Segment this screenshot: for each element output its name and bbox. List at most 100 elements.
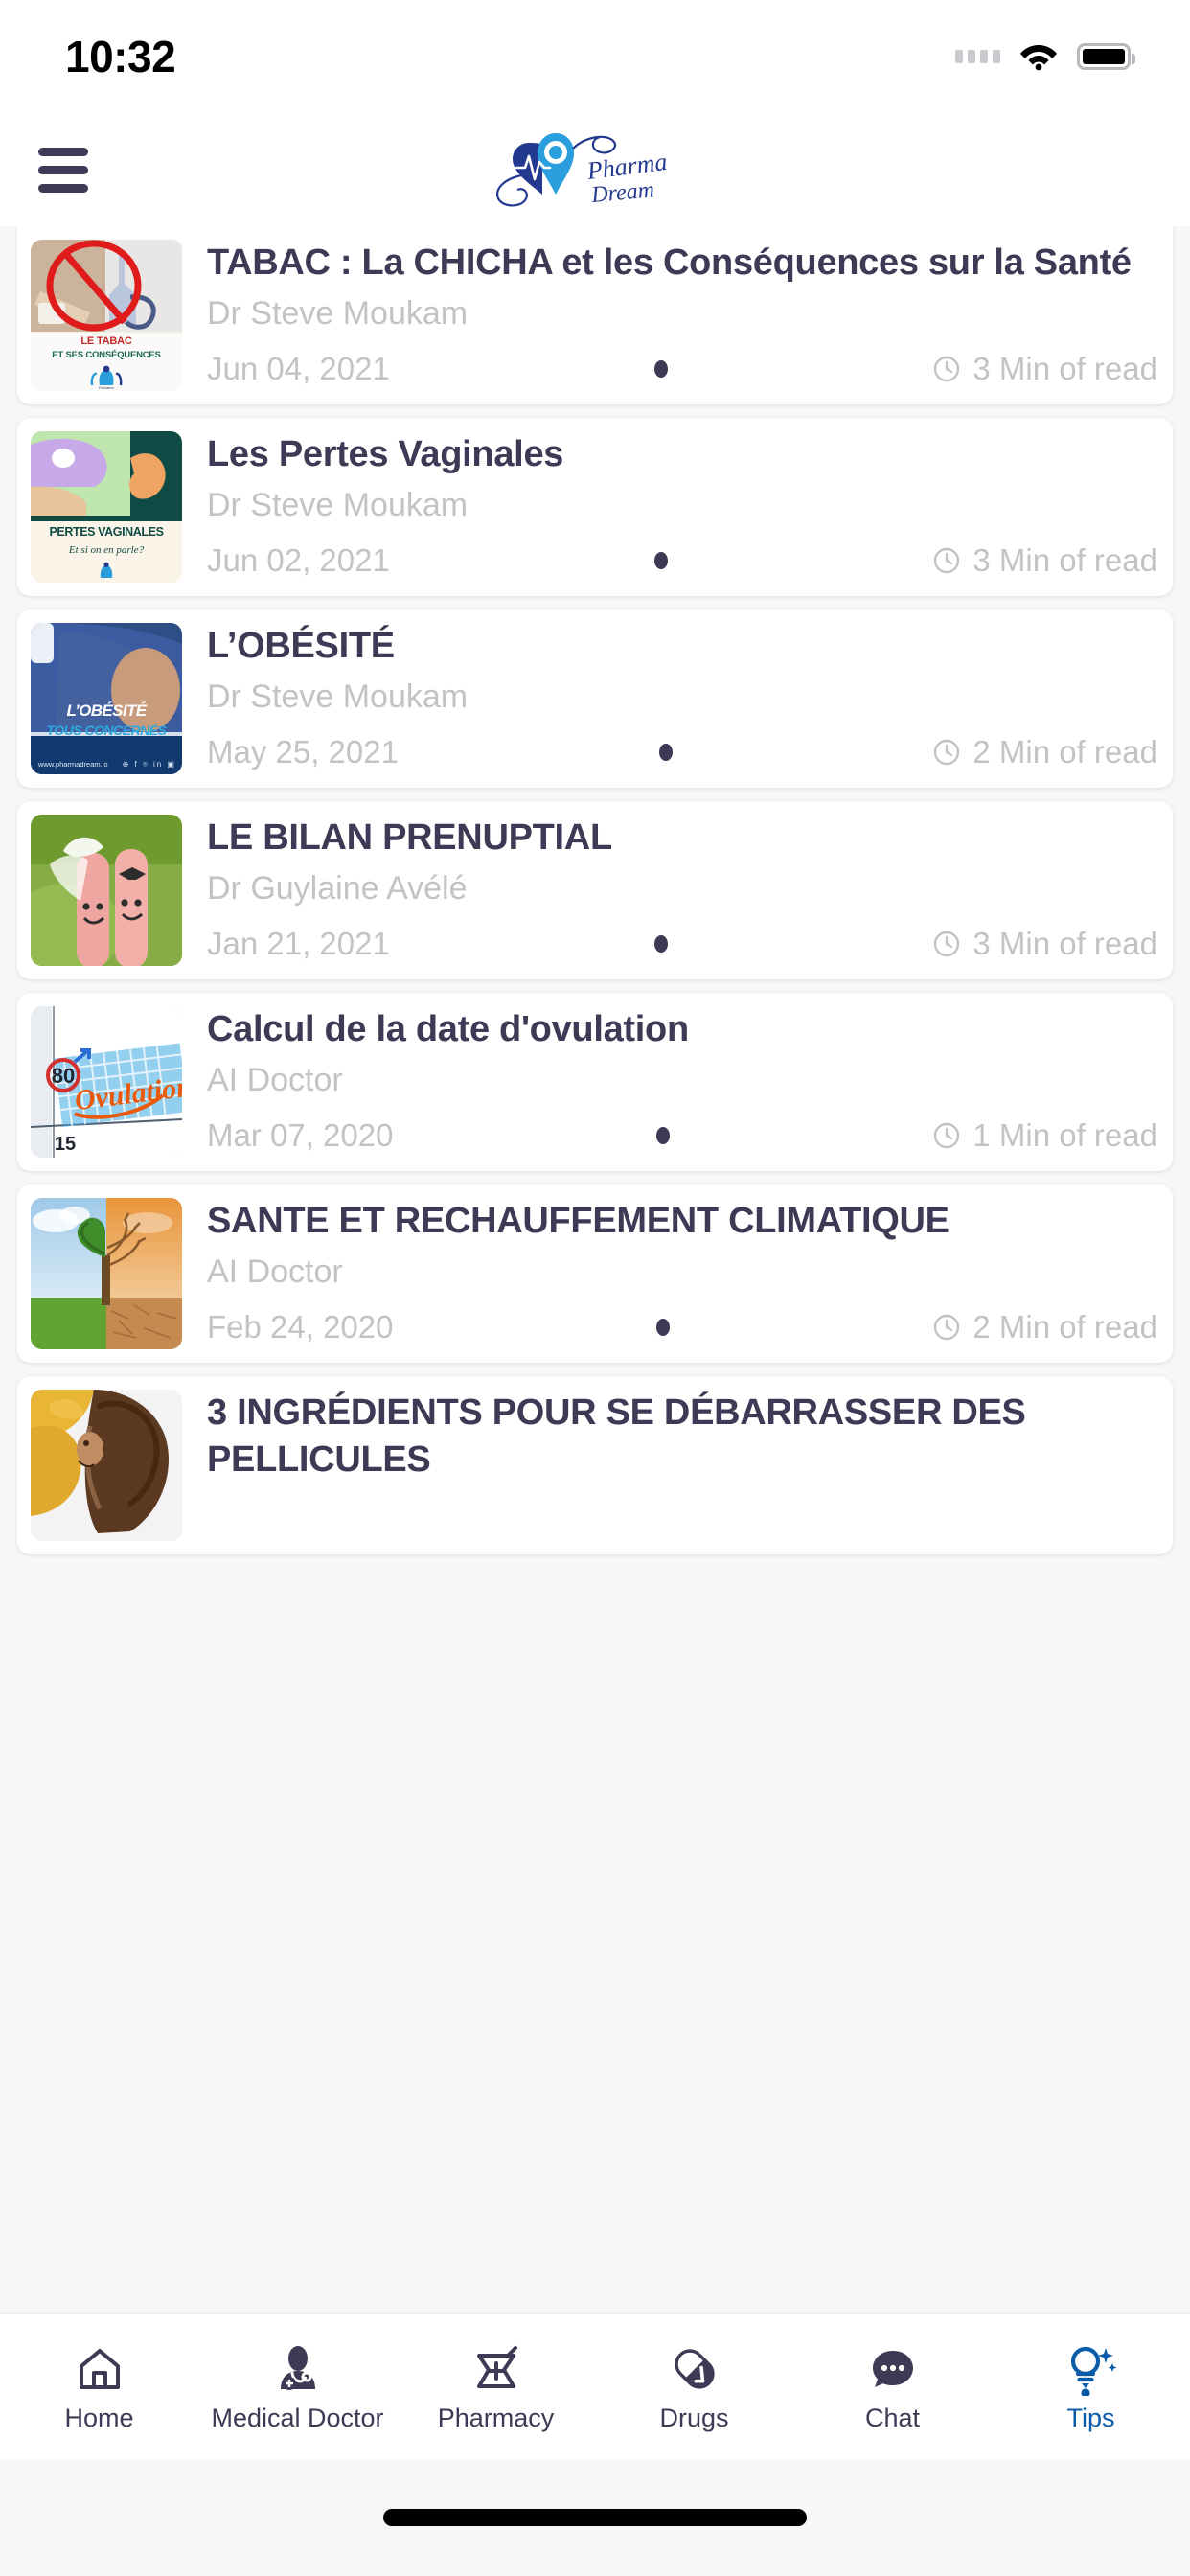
article-date: Jun 04, 2021 xyxy=(207,351,390,386)
app-screen: 10:32 Pharma Dream LE TABAC ET SES CONSÉ… xyxy=(0,0,1190,2576)
article-card[interactable]: L’OBÉSITÉ TOUS CONCERNÉS www.pharmadream… xyxy=(17,610,1173,788)
article-read-time-group: 1 Min of read xyxy=(932,1117,1157,1154)
app-header: Pharma Dream xyxy=(0,113,1190,226)
status-time: 10:32 xyxy=(65,32,176,81)
article-card[interactable]: LE BILAN PRENUPTIAL Dr Guylaine Avélé Ja… xyxy=(17,801,1173,979)
calcul-ovulation-thumbnail: Ovulation 80 15 xyxy=(31,1006,182,1158)
chat-bubble-icon xyxy=(868,2342,918,2396)
article-read-time-group: 3 Min of read xyxy=(932,351,1157,387)
article-date: Mar 07, 2020 xyxy=(207,1117,394,1153)
rechauffement-climatique-thumbnail xyxy=(31,1198,182,1349)
article-read-time: 2 Min of read xyxy=(973,1309,1157,1345)
pharma-dream-logo-icon[interactable]: Pharma Dream xyxy=(480,124,710,216)
bilan-prenuptial-thumbnail xyxy=(31,815,182,966)
article-meta: Jun 04, 2021 3 Min of read xyxy=(207,351,1157,387)
meta-separator-dot xyxy=(658,744,673,761)
status-indicators xyxy=(955,42,1135,71)
lightbulb-sparkle-icon xyxy=(1064,2342,1118,2396)
article-read-time: 3 Min of read xyxy=(973,926,1157,961)
article-title[interactable]: Calcul de la date d'ovulation xyxy=(207,1006,1157,1053)
hamburger-menu-icon[interactable] xyxy=(38,143,100,196)
article-card[interactable]: LE TABAC ET SES CONSÉQUENCES Fondation T… xyxy=(17,226,1173,404)
home-indicator-area xyxy=(0,2459,1190,2576)
doctor-stethoscope-icon xyxy=(273,2342,323,2396)
clock-icon xyxy=(932,1313,961,1342)
article-meta: Feb 24, 2020 2 Min of read xyxy=(207,1309,1157,1346)
article-author: Dr Guylaine Avélé xyxy=(207,869,468,907)
article-date: May 25, 2021 xyxy=(207,734,399,770)
pellicules-thumbnail xyxy=(31,1390,182,1541)
home-indicator-bar[interactable] xyxy=(383,2509,807,2526)
article-body: Calcul de la date d'ovulation AI Doctor … xyxy=(182,1006,1157,1158)
article-title[interactable]: L’OBÉSITÉ xyxy=(207,623,1157,670)
article-meta: May 25, 2021 2 Min of read xyxy=(207,734,1157,770)
article-author: Dr Steve Moukam xyxy=(207,678,469,715)
clock-icon xyxy=(932,930,961,958)
article-read-time-group: 3 Min of read xyxy=(932,926,1157,962)
meta-separator-dot xyxy=(654,360,669,378)
tab-home[interactable]: Home xyxy=(0,2342,198,2431)
tab-tips[interactable]: Tips xyxy=(992,2342,1190,2431)
article-read-time-group: 3 Min of read xyxy=(932,542,1157,579)
article-card[interactable]: 3 INGRÉDIENTS POUR SE DÉBARRASSER DES PE… xyxy=(17,1376,1173,1554)
home-icon xyxy=(75,2342,125,2396)
article-body: LE BILAN PRENUPTIAL Dr Guylaine Avélé Ja… xyxy=(182,815,1157,966)
article-list[interactable]: LE TABAC ET SES CONSÉQUENCES Fondation T… xyxy=(0,226,1190,2313)
tab-medical-doctor-label: Medical Doctor xyxy=(211,2404,384,2432)
tab-tips-label: Tips xyxy=(1066,2404,1115,2432)
article-author: AI Doctor xyxy=(207,1253,343,1290)
clock-icon xyxy=(932,546,961,575)
tab-home-label: Home xyxy=(64,2404,134,2432)
meta-separator-dot xyxy=(654,552,669,569)
article-body: TABAC : La CHICHA et les Conséquences su… xyxy=(182,240,1157,391)
article-meta: Jun 02, 2021 3 Min of read xyxy=(207,542,1157,579)
svg-text:Dream: Dream xyxy=(589,177,655,208)
signal-dots-icon xyxy=(955,50,1000,63)
article-meta: Mar 07, 2020 1 Min of read xyxy=(207,1117,1157,1154)
article-card[interactable]: SANTE ET RECHAUFFEMENT CLIMATIQUE AI Doc… xyxy=(17,1184,1173,1363)
article-date: Jan 21, 2021 xyxy=(207,926,390,961)
wifi-icon xyxy=(1019,42,1058,71)
svg-text:Fondation: Fondation xyxy=(99,386,114,389)
tab-chat-label: Chat xyxy=(864,2404,921,2432)
meta-separator-dot xyxy=(655,1127,670,1144)
article-read-time: 1 Min of read xyxy=(973,1117,1157,1153)
clock-icon xyxy=(932,1121,961,1150)
article-read-time-group: 2 Min of read xyxy=(932,734,1157,770)
tab-chat[interactable]: Chat xyxy=(793,2342,992,2431)
article-read-time: 3 Min of read xyxy=(973,542,1157,578)
article-body: Les Pertes Vaginales Dr Steve Moukam Jun… xyxy=(182,431,1157,583)
article-author: AI Doctor xyxy=(207,1061,343,1098)
clock-icon xyxy=(932,738,961,767)
article-date: Jun 02, 2021 xyxy=(207,542,390,578)
article-author: Dr Steve Moukam xyxy=(207,294,469,332)
pertes-vaginales-thumbnail: PERTES VAGINALES Et si on en parle? xyxy=(31,431,182,583)
status-bar: 10:32 xyxy=(0,0,1190,113)
meta-separator-dot xyxy=(654,935,669,953)
article-author: Dr Steve Moukam xyxy=(207,486,469,523)
bottom-navigation[interactable]: Home Medical Doctor Pharmacy Drugs Chat … xyxy=(0,2313,1190,2459)
tabac-chicha-thumbnail: LE TABAC ET SES CONSÉQUENCES Fondation xyxy=(31,240,182,391)
obesite-thumbnail: L’OBÉSITÉ TOUS CONCERNÉS www.pharmadream… xyxy=(31,623,182,774)
article-read-time: 3 Min of read xyxy=(973,351,1157,386)
article-title[interactable]: Les Pertes Vaginales xyxy=(207,431,1157,478)
tab-drugs-label: Drugs xyxy=(659,2404,729,2432)
article-title[interactable]: 3 INGRÉDIENTS POUR SE DÉBARRASSER DES PE… xyxy=(207,1390,1157,1483)
article-card[interactable]: Ovulation 80 15 Calcul de la date d'ovul… xyxy=(17,993,1173,1171)
article-title[interactable]: TABAC : La CHICHA et les Conséquences su… xyxy=(207,240,1157,287)
pill-capsule-icon xyxy=(670,2342,720,2396)
article-body: SANTE ET RECHAUFFEMENT CLIMATIQUE AI Doc… xyxy=(182,1198,1157,1349)
article-title[interactable]: SANTE ET RECHAUFFEMENT CLIMATIQUE xyxy=(207,1198,1157,1245)
tab-pharmacy[interactable]: Pharmacy xyxy=(397,2342,595,2431)
article-title[interactable]: LE BILAN PRENUPTIAL xyxy=(207,815,1157,862)
tab-pharmacy-label: Pharmacy xyxy=(437,2404,555,2432)
tab-drugs[interactable]: Drugs xyxy=(595,2342,793,2431)
meta-separator-dot xyxy=(655,1319,670,1336)
article-meta: Jan 21, 2021 3 Min of read xyxy=(207,926,1157,962)
clock-icon xyxy=(932,355,961,383)
article-read-time-group: 2 Min of read xyxy=(932,1309,1157,1346)
article-read-time: 2 Min of read xyxy=(973,734,1157,770)
article-card[interactable]: PERTES VAGINALES Et si on en parle? Les … xyxy=(17,418,1173,596)
battery-full-icon xyxy=(1077,43,1135,70)
tab-medical-doctor[interactable]: Medical Doctor xyxy=(198,2342,397,2431)
